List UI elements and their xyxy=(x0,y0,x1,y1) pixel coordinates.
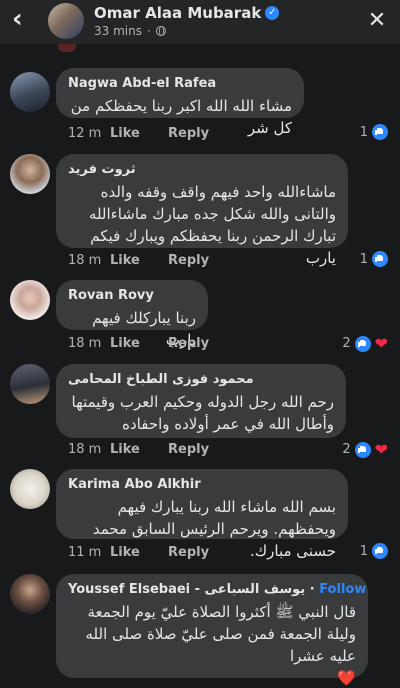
comment-actions: 12 m Like Reply xyxy=(68,126,209,141)
avatar[interactable] xyxy=(10,469,50,509)
verified-badge-icon: ✓ xyxy=(265,6,280,20)
comment-actions: 18 m Like Reply xyxy=(68,336,209,351)
comment-author-row: Youssef Elsebaei - يوسف السباعى · Follow xyxy=(68,582,366,597)
comment-time: 18 m xyxy=(68,442,102,457)
like-button[interactable]: Like xyxy=(110,545,168,560)
comment-time: 18 m xyxy=(68,336,102,351)
comment-author[interactable]: Youssef Elsebaei - يوسف السباعى xyxy=(68,582,305,597)
thumbs-up-icon xyxy=(354,441,371,458)
follow-separator: · xyxy=(309,582,320,597)
avatar[interactable] xyxy=(10,154,50,194)
like-button[interactable]: Like xyxy=(110,442,168,457)
reaction-count[interactable]: 2 ❤ xyxy=(342,334,388,353)
post-author-label: Omar Alaa Mubarak xyxy=(94,4,262,22)
comment-bubble: Rovan Rovy ربنا يباركلك فيهم يارب xyxy=(56,280,208,349)
comment-author[interactable]: Nagwa Abd-el Rafea xyxy=(68,76,292,91)
reaction-count[interactable]: 2 ❤ xyxy=(342,440,388,459)
thumbs-up-icon xyxy=(372,251,388,267)
heart-reaction-icon: ❤ xyxy=(374,334,388,353)
post-author-name[interactable]: Omar Alaa Mubarak ✓ xyxy=(94,4,280,22)
comment-author[interactable]: محمود فوزى الطباخ المحامى xyxy=(68,372,334,387)
close-icon[interactable]: ✕ xyxy=(366,10,388,32)
comment-time: 18 m xyxy=(68,253,102,268)
comment-bubble: محمود فوزى الطباخ المحامى رحم الله رجل ا… xyxy=(56,364,346,438)
comment-bubble: Karima Abo Alkhir بسم الله ماشاء الله رب… xyxy=(56,469,348,560)
heart-emoji: ❤️ xyxy=(337,669,356,687)
reply-button[interactable]: Reply xyxy=(168,126,209,141)
back-arrow-icon[interactable]: ‹ xyxy=(12,6,38,32)
comment-author[interactable]: Karima Abo Alkhir xyxy=(68,477,336,492)
comment-actions: 18 m Like Reply xyxy=(68,442,209,457)
reaction-count-label: 2 xyxy=(342,442,351,457)
reaction-count-label: 2 xyxy=(342,336,351,351)
comment-author[interactable]: ثروت فريد xyxy=(68,162,336,177)
comment-bubble: Youssef Elsebaei - يوسف السباعى · Follow… xyxy=(56,574,368,687)
comment-bubble: ثروت فريد ماشاءالله واحد فيهم واقف وقفه … xyxy=(56,154,348,267)
follow-button[interactable]: Follow xyxy=(319,582,366,597)
avatar[interactable] xyxy=(10,280,50,320)
avatar[interactable] xyxy=(48,3,84,39)
post-time-label: 33 mins xyxy=(94,24,142,38)
reply-button[interactable]: Reply xyxy=(168,545,209,560)
comment-time: 12 m xyxy=(68,126,102,141)
thumbs-up-icon xyxy=(372,124,388,140)
comment-actions: 18 m Like Reply xyxy=(68,253,209,268)
reply-button[interactable]: Reply xyxy=(168,253,209,268)
avatar[interactable] xyxy=(10,364,50,404)
comment-actions: 11 m Like Reply xyxy=(68,545,209,560)
like-button[interactable]: Like xyxy=(110,126,168,141)
reaction-count-label: 1 xyxy=(359,251,368,267)
reply-button[interactable]: Reply xyxy=(168,336,209,351)
reaction-count[interactable]: 1 xyxy=(360,543,388,559)
globe-icon xyxy=(155,26,166,36)
reaction-count-label: 1 xyxy=(359,124,368,140)
post-image-edge xyxy=(58,44,76,52)
reaction-count[interactable]: 1 xyxy=(360,251,388,267)
reaction-count-label: 1 xyxy=(359,543,368,559)
thumbs-up-icon xyxy=(354,335,371,352)
comment-text: رحم الله رجل الدوله وحكيم العرب وقيمتها … xyxy=(71,393,335,433)
comment-bubble: Nagwa Abd-el Rafea مشاء الله الله اكبر ر… xyxy=(56,68,304,137)
comment-author[interactable]: Rovan Rovy xyxy=(68,288,196,303)
reaction-count[interactable]: 1 xyxy=(360,124,388,140)
thumbs-up-icon xyxy=(372,543,388,559)
dot-separator: · xyxy=(146,24,151,38)
comment-time: 11 m xyxy=(68,545,102,560)
comment-text: قال النبي ﷺ أكثروا الصلاة عليّ يوم الجمع… xyxy=(85,603,356,665)
heart-reaction-icon: ❤ xyxy=(374,440,388,459)
post-header: ‹ Omar Alaa Mubarak ✓ 33 mins · ✕ xyxy=(0,0,400,44)
avatar[interactable] xyxy=(10,574,50,614)
reply-button[interactable]: Reply xyxy=(168,442,209,457)
like-button[interactable]: Like xyxy=(110,336,168,351)
like-button[interactable]: Like xyxy=(110,253,168,268)
post-timestamp: 33 mins · xyxy=(94,24,166,38)
avatar[interactable] xyxy=(10,72,50,112)
